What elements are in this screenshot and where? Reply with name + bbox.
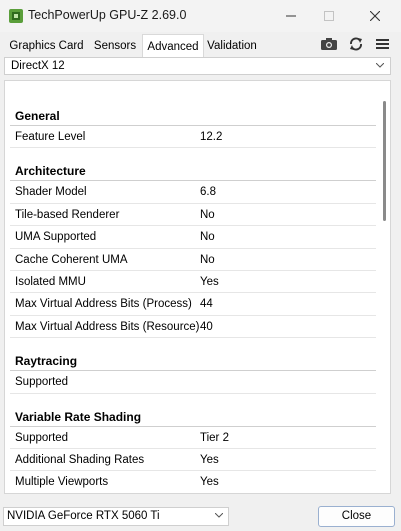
section-title: Variable Rate Shading <box>15 409 142 424</box>
property-name: Isolated MMU <box>15 275 86 288</box>
refresh-icon[interactable] <box>347 36 365 52</box>
property-name: Max Virtual Address Bits (Process) <box>15 298 192 311</box>
menu-icon[interactable] <box>374 36 392 52</box>
gpu-z-app-icon <box>9 9 23 23</box>
list-item: Additional Shading Rates Yes <box>10 449 376 472</box>
property-value: Yes <box>200 275 219 288</box>
list-item: Multiple Viewports Yes <box>10 471 376 493</box>
property-value: Tier 2 <box>200 431 229 444</box>
property-value: 6.8 <box>200 186 216 199</box>
property-name: Max Virtual Address Bits (Resource) <box>15 320 200 333</box>
gpu-select-value: NVIDIA GeForce RTX 5060 Ti <box>7 510 160 522</box>
chevron-down-icon <box>215 513 223 518</box>
tab-advanced[interactable]: Advanced <box>142 34 204 59</box>
property-value: 40 <box>200 320 213 333</box>
property-name: Multiple Viewports <box>15 476 109 489</box>
list-item: Max Virtual Address Bits (Process) 44 <box>10 293 376 316</box>
property-name: Supported <box>15 376 69 389</box>
section-title: General <box>15 109 60 123</box>
list-item: Cache Coherent UMA No <box>10 249 376 271</box>
property-name: UMA Supported <box>15 231 97 244</box>
close-button[interactable]: Close <box>318 506 395 527</box>
property-name: Tile-based Renderer <box>15 208 120 221</box>
property-name: Cache Coherent UMA <box>15 253 128 266</box>
advanced-details-panel[interactable]: General Feature Level 12.2 Architecture S… <box>4 80 391 494</box>
close-window-button[interactable] <box>353 0 397 32</box>
property-name: Shader Model <box>15 186 87 199</box>
property-name: Feature Level <box>15 131 86 143</box>
tab-validation[interactable]: Validation <box>204 36 260 57</box>
property-value: Yes <box>200 453 219 466</box>
property-name: Supported <box>15 431 69 444</box>
maximize-icon <box>324 11 334 21</box>
gpu-select[interactable]: NVIDIA GeForce RTX 5060 Ti <box>3 507 229 526</box>
section-header: Architecture <box>10 148 376 182</box>
window-title: TechPowerUp GPU-Z 2.69.0 <box>28 8 187 22</box>
list-item: Supported <box>10 371 376 394</box>
property-value: 44 <box>200 298 213 311</box>
list-item: Feature Level 12.2 <box>10 126 376 149</box>
minimize-icon <box>286 15 296 17</box>
section-header: Raytracing <box>10 338 376 372</box>
property-value: 12.2 <box>200 131 223 143</box>
api-select[interactable]: DirectX 12 <box>4 57 391 75</box>
property-value: No <box>200 208 215 221</box>
list-item: Tile-based Renderer No <box>10 204 376 227</box>
tab-graphics-card[interactable]: Graphics Card <box>6 36 87 57</box>
property-value: No <box>200 253 215 266</box>
list-item: Isolated MMU Yes <box>10 271 376 294</box>
list-item: Max Virtual Address Bits (Resource) 40 <box>10 316 376 339</box>
chevron-down-icon <box>376 63 384 68</box>
details-list: General Feature Level 12.2 Architecture S… <box>10 86 376 493</box>
property-value: No <box>200 231 215 244</box>
property-name: Additional Shading Rates <box>15 453 145 466</box>
title-bar: TechPowerUp GPU-Z 2.69.0 <box>0 0 401 32</box>
section-header: Variable Rate Shading <box>10 394 376 427</box>
section-title: Raytracing <box>15 354 78 369</box>
close-icon <box>370 11 380 21</box>
list-item: Supported Tier 2 <box>10 427 376 449</box>
camera-icon[interactable] <box>320 36 338 52</box>
property-value: Yes <box>200 476 219 489</box>
maximize-button[interactable] <box>307 0 351 32</box>
api-select-value: DirectX 12 <box>11 60 65 72</box>
section-header: General <box>10 93 376 126</box>
tab-strip: Graphics Card Sensors Advanced Validatio… <box>0 34 401 59</box>
tab-sensors[interactable]: Sensors <box>90 36 140 57</box>
section-title: Architecture <box>15 164 86 179</box>
vertical-scrollbar[interactable] <box>383 101 386 221</box>
list-item: UMA Supported No <box>10 226 376 249</box>
list-item: Shader Model 6.8 <box>10 181 376 204</box>
